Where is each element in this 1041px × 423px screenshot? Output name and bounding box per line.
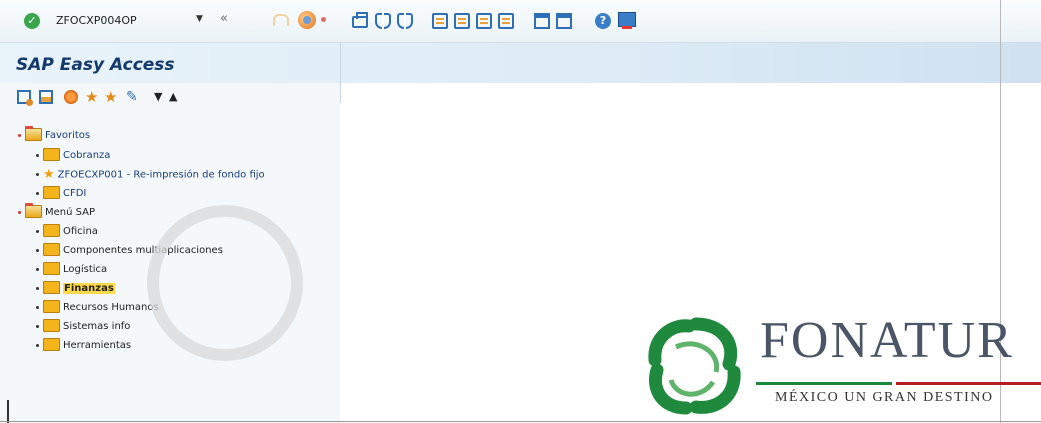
tree-node-favoritos[interactable]: Favoritos (18, 125, 91, 143)
find-next-icon[interactable] (397, 13, 413, 29)
tree-label: Cobranza (63, 150, 111, 161)
tree-node-sistemas-info[interactable]: Sistemas info (36, 318, 131, 334)
tree-label-selected: Finanzas (63, 283, 115, 294)
tree-label: Sistemas info (63, 321, 131, 332)
tree-label: Recursos Humanos (63, 302, 159, 313)
last-page-icon[interactable] (498, 13, 514, 29)
tree-node-logistica[interactable]: Logística (36, 261, 108, 277)
check-icon[interactable]: ✓ (24, 13, 40, 29)
folder-icon (43, 299, 60, 313)
bullet (36, 248, 39, 252)
bullet (36, 191, 39, 195)
command-field[interactable]: ZFOCXP004OP (56, 14, 137, 27)
dropdown-icon[interactable]: ▼ (196, 14, 203, 24)
tree-label: ZFOECXP001 - Re-impresión de fondo fijo (57, 169, 265, 181)
tree-node-herramientas[interactable]: Herramientas (36, 337, 132, 353)
tree-label: Logística (63, 264, 108, 275)
bullet (36, 324, 39, 328)
logo-red-line (896, 382, 1041, 385)
star-icon: ★ (43, 167, 55, 182)
tree-label: Herramientas (63, 340, 132, 351)
bullet (36, 153, 39, 157)
bullet (36, 343, 39, 347)
exit-icon[interactable] (298, 11, 316, 29)
back-icon[interactable] (273, 14, 289, 26)
create-session-icon[interactable] (534, 13, 550, 29)
tree-label: Oficina (63, 226, 98, 237)
bullet (36, 229, 39, 233)
bullet (18, 210, 21, 214)
user-menu-icon[interactable] (39, 90, 53, 104)
folder-icon (43, 280, 60, 294)
folder-icon (43, 147, 60, 161)
tree-label: Menú SAP (45, 207, 96, 218)
tree-node-menu-sap[interactable]: Menú SAP (18, 202, 96, 220)
delete-favorite-icon[interactable]: ★ (104, 90, 118, 105)
folder-icon (43, 337, 60, 351)
customize-layout-icon[interactable] (618, 12, 636, 29)
folder-open-icon (25, 125, 42, 141)
fonatur-logo-icon (648, 317, 741, 415)
folder-icon (43, 242, 60, 256)
bullet (36, 286, 39, 290)
add-favorite-icon[interactable]: ★ (85, 90, 99, 105)
tree-label: Favoritos (45, 130, 91, 141)
tree-node-finanzas[interactable]: Finanzas (36, 280, 115, 296)
circle-decoration (147, 205, 303, 361)
bullet (18, 133, 21, 137)
tree-node-recursos-humanos[interactable]: Recursos Humanos (36, 299, 159, 315)
change-favorite-icon[interactable]: ✎ (126, 90, 140, 104)
folder-icon (43, 185, 60, 199)
move-down-icon[interactable]: ▼ (154, 90, 168, 104)
folder-icon (43, 261, 60, 275)
folder-icon (43, 223, 60, 237)
bottom-border (0, 421, 1041, 422)
help-icon[interactable]: ? (595, 13, 611, 29)
command-bar: ✓ ZFOCXP004OP ▼ « ? (0, 0, 1041, 43)
previous-page-icon[interactable] (454, 13, 470, 29)
logo-green-line (756, 382, 892, 385)
shortcut-icon[interactable] (556, 13, 572, 29)
tree-node-cfdi[interactable]: CFDI (36, 185, 87, 201)
find-icon[interactable] (375, 13, 391, 29)
bullet (36, 305, 39, 309)
panel-divider (340, 43, 341, 103)
move-up-icon[interactable]: ▲ (169, 90, 183, 104)
sap-menu-icon[interactable] (64, 90, 78, 104)
tree-node-oficina[interactable]: Oficina (36, 223, 98, 239)
cancel-icon[interactable] (321, 17, 326, 22)
next-page-icon[interactable] (476, 13, 492, 29)
border-mark (7, 400, 9, 423)
print-icon[interactable] (352, 12, 368, 28)
page-title: SAP Easy Access (16, 55, 175, 75)
logo-wordmark: FONATUR (760, 312, 1014, 369)
tree-label: CFDI (63, 188, 87, 199)
first-page-icon[interactable] (432, 13, 448, 29)
bullet (36, 267, 39, 271)
folder-open-icon (25, 202, 42, 218)
collapse-icon[interactable]: « (220, 11, 228, 26)
bullet (36, 173, 39, 176)
other-menu-icon[interactable] (17, 90, 33, 106)
folder-icon (43, 318, 60, 332)
tree-node-zfoecxp001[interactable]: ★ ZFOECXP001 - Re-impresión de fondo fijo (36, 167, 265, 182)
logo-tagline: MÉXICO UN GRAN DESTINO (775, 390, 994, 405)
tree-node-cobranza[interactable]: Cobranza (36, 147, 111, 163)
